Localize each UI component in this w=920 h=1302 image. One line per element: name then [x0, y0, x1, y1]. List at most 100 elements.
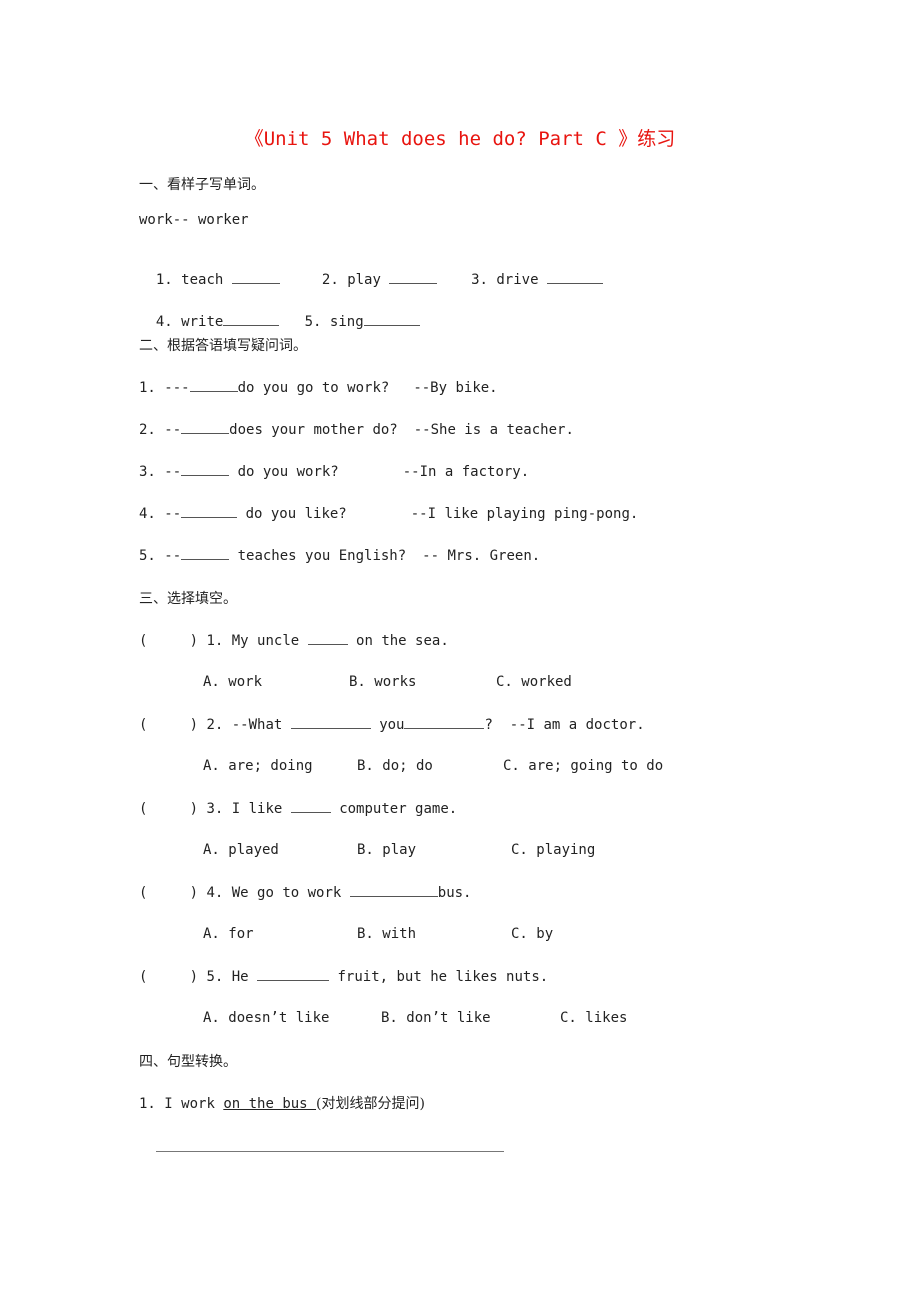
answer-blank[interactable]: [404, 716, 485, 729]
item-number: 2.: [206, 717, 224, 733]
item-word: play: [347, 272, 381, 288]
answer-paren[interactable]: ( ): [139, 885, 198, 901]
item-number: 3.: [206, 801, 224, 817]
choice-question: ( ) 1. My uncle on the sea.: [139, 632, 449, 650]
underlined-phrase: on the bus: [223, 1096, 317, 1112]
item-number: 1.: [155, 272, 173, 288]
answer-paren[interactable]: ( ): [139, 633, 198, 649]
item-number: 2.: [139, 422, 156, 438]
answer-line[interactable]: [156, 1151, 504, 1152]
option-c[interactable]: C. likes: [560, 1010, 627, 1026]
option-a[interactable]: A. doesn’t like: [203, 1010, 329, 1026]
item-dash: --: [164, 506, 182, 522]
answer-blank[interactable]: [181, 421, 230, 434]
section1-row2: 4. write 5. sing: [139, 295, 420, 331]
answer-blank[interactable]: [181, 505, 238, 518]
question-text: computer game.: [330, 801, 458, 817]
option-a[interactable]: A. are; doing: [203, 758, 313, 774]
question-text: bus.: [437, 885, 472, 901]
choice-question: ( ) 5. He fruit, but he likes nuts.: [139, 968, 548, 986]
option-a[interactable]: A. work: [203, 674, 262, 690]
item-word: sing: [329, 314, 364, 330]
answer-blank[interactable]: [223, 313, 280, 326]
answer-paren[interactable]: ( ): [139, 801, 198, 817]
choice-question: ( ) 4. We go to work bus.: [139, 884, 471, 902]
instruction-note: (对划线部分提问): [316, 1096, 425, 1112]
answer-blank[interactable]: [231, 271, 280, 284]
question-text: fruit, but he likes nuts.: [329, 969, 549, 985]
item-question: do you work?: [229, 464, 339, 480]
item-number: 5.: [304, 314, 322, 330]
option-c[interactable]: C. worked: [496, 674, 572, 690]
section2-item: 4. -- do you like? --I like playing ping-…: [139, 505, 638, 523]
item-word: teach: [181, 272, 224, 288]
item-number: 2.: [321, 272, 339, 288]
item-number: 4.: [206, 885, 224, 901]
answer-blank[interactable]: [546, 271, 603, 284]
item-dash: --: [164, 422, 182, 438]
question-text: My uncle: [231, 633, 308, 649]
choice-question: ( ) 3. I like computer game.: [139, 800, 457, 818]
item-answer: --She is a teacher.: [413, 422, 574, 438]
section3-heading: 三、选择填空。: [139, 591, 237, 607]
item-number: 5.: [206, 969, 224, 985]
item-answer: --I like playing ping-pong.: [410, 506, 639, 522]
item-question: does your mother do?: [229, 422, 398, 438]
answer-paren[interactable]: ( ): [139, 969, 198, 985]
option-b[interactable]: B. do; do: [357, 758, 433, 774]
answer-paren[interactable]: ( ): [139, 717, 198, 733]
answer-blank[interactable]: [389, 271, 438, 284]
question-text: on the sea.: [347, 633, 449, 649]
question-text: We go to work: [231, 885, 350, 901]
section4-heading: 四、句型转换。: [139, 1054, 237, 1070]
option-b[interactable]: B. with: [357, 926, 416, 942]
worksheet-title: 《Unit 5 What does he do? Part C 》练习: [244, 128, 676, 150]
answer-blank[interactable]: [349, 884, 438, 897]
option-b[interactable]: B. don’t like: [381, 1010, 491, 1026]
answer-blank[interactable]: [181, 547, 230, 560]
item-question: do you go to work?: [237, 380, 390, 396]
option-b[interactable]: B. works: [349, 674, 416, 690]
question-text: --What: [231, 717, 291, 733]
option-b[interactable]: B. play: [357, 842, 416, 858]
item-answer: --In a factory.: [402, 464, 530, 480]
answer-blank[interactable]: [257, 968, 330, 981]
item-dash: --: [164, 548, 182, 564]
item-number: 4.: [139, 506, 156, 522]
item-answer: -- Mrs. Green.: [422, 548, 541, 564]
option-c[interactable]: C. playing: [511, 842, 595, 858]
item-word: write: [181, 314, 224, 330]
section1-heading: 一、看样子写单词。: [139, 177, 265, 193]
item-question: do you like?: [237, 506, 347, 522]
option-a[interactable]: A. played: [203, 842, 279, 858]
item-number: 3.: [139, 464, 156, 480]
question-text: you: [370, 717, 405, 733]
section2-item: 1. --- do you go to work? --By bike.: [139, 379, 498, 397]
transform-item: 1. I work on the bus (对划线部分提问): [139, 1095, 425, 1113]
section1-row1: 1. teach 2. play 3. drive: [139, 253, 603, 289]
section2-item: 5. -- teaches you English? -- Mrs. Green.: [139, 547, 540, 565]
answer-blank[interactable]: [307, 632, 348, 645]
answer-blank[interactable]: [181, 463, 230, 476]
option-a[interactable]: A. for: [203, 926, 254, 942]
section2-item: 2. -- does your mother do? --She is a teac…: [139, 421, 574, 439]
option-c[interactable]: C. by: [511, 926, 553, 942]
answer-blank[interactable]: [290, 716, 371, 729]
item-question: teaches you English?: [229, 548, 407, 564]
item-dash: ---: [164, 380, 190, 396]
section1-example: work-- worker: [139, 212, 249, 228]
item-number: 3.: [471, 272, 488, 288]
option-c[interactable]: C. are; going to do: [503, 758, 663, 774]
answer-blank[interactable]: [290, 800, 331, 813]
answer-blank[interactable]: [189, 379, 238, 392]
section2-item: 3. -- do you work? --In a factory.: [139, 463, 529, 481]
question-text: I like: [231, 801, 291, 817]
item-number: 5.: [139, 548, 156, 564]
choice-question: ( ) 2. --What you ? --I am a doctor.: [139, 716, 645, 734]
item-word: drive: [496, 272, 539, 288]
item-answer: --By bike.: [413, 380, 498, 396]
item-dash: --: [164, 464, 182, 480]
sentence-text: I work: [164, 1096, 224, 1112]
item-number: 1.: [139, 380, 156, 396]
answer-blank[interactable]: [363, 313, 420, 326]
